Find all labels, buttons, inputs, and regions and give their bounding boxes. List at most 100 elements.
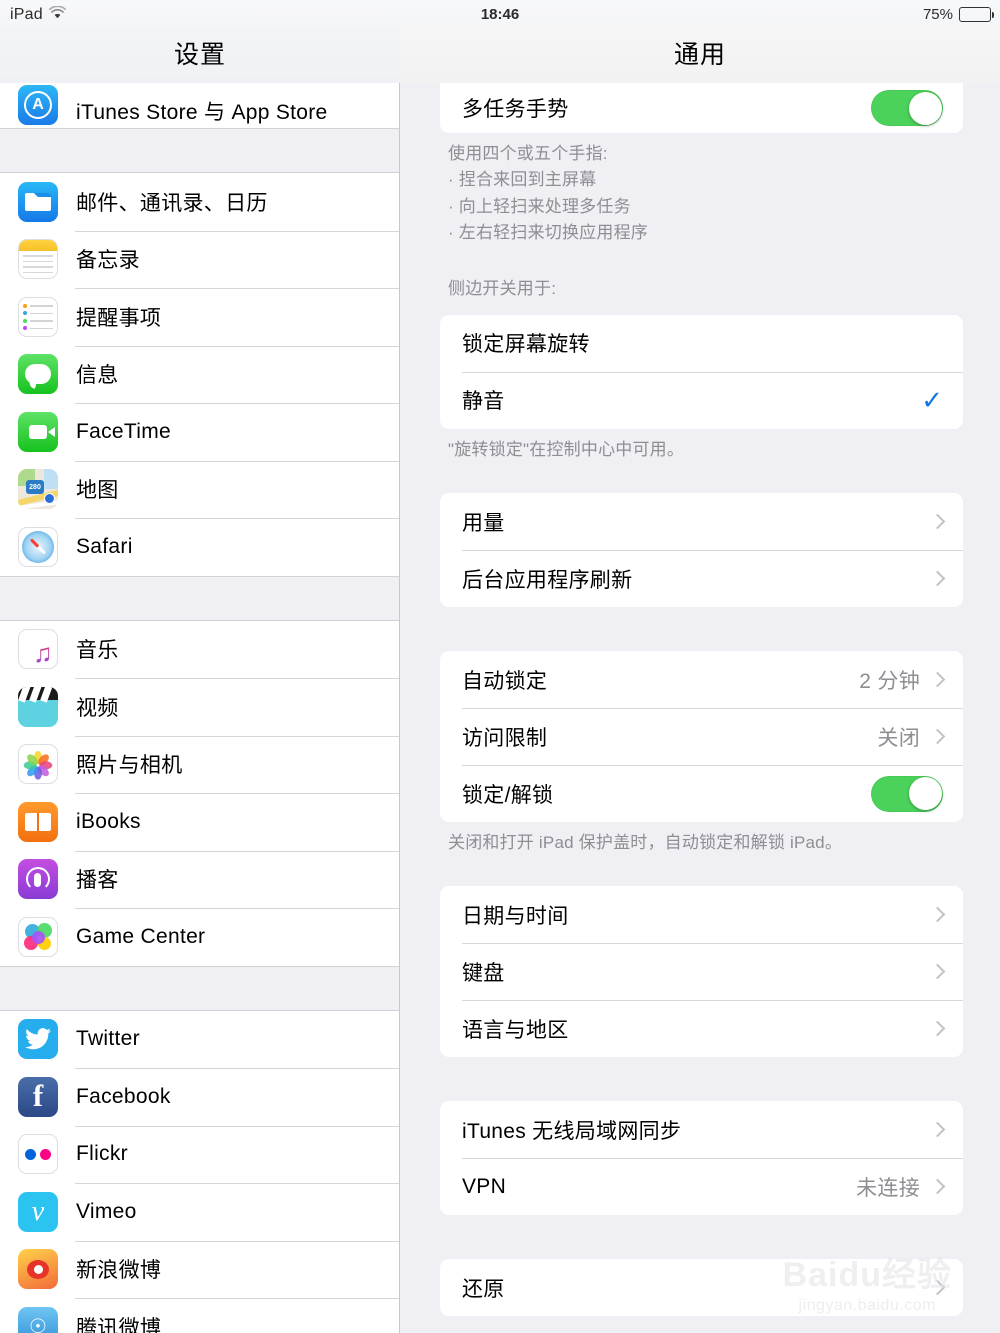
sidebar-item-mail-contacts-calendars[interactable]: 邮件、通讯录、日历 (0, 173, 399, 231)
sidebar-item-label: 腾讯微博 (76, 1316, 162, 1333)
itunes-wifi-sync-row[interactable]: iTunes 无线局域网同步 (440, 1101, 963, 1158)
mail-icon (18, 181, 58, 222)
sidebar-item-label: 信息 (76, 364, 119, 388)
safari-icon (18, 526, 58, 567)
multitasking-gestures-label: 多任务手势 (462, 98, 569, 121)
music-icon: ♫ (18, 629, 58, 670)
row-value: 关闭 (877, 726, 920, 750)
sidebar-item-label: 地图 (76, 479, 119, 503)
sidebar-item-maps[interactable]: 280 地图 (0, 460, 399, 518)
checkmark-icon: ✓ (921, 385, 943, 416)
sidebar-item-facetime[interactable]: FaceTime (0, 403, 399, 461)
sidebar-item-vimeo[interactable]: v Vimeo (0, 1183, 399, 1241)
sidebar-item-label: 播客 (76, 869, 119, 893)
sidebar-item-game-center[interactable]: Game Center (0, 908, 399, 966)
sidebar-item-itunes-app-store[interactable]: A iTunes Store 与 App Store (0, 83, 399, 128)
status-bar: iPad 18:46 75% (0, 0, 1000, 29)
lock-note: 关闭和打开 iPad 保护盖时，自动锁定和解锁 iPad。 (448, 833, 843, 853)
sidebar-item-label: Vimeo (76, 1199, 137, 1223)
chevron-right-icon (929, 728, 946, 745)
facebook-icon: f (18, 1076, 58, 1117)
vimeo-icon: v (18, 1191, 58, 1232)
sidebar-item-photos-camera[interactable]: 照片与相机 (0, 735, 399, 793)
row-label: 还原 (462, 1277, 505, 1301)
usage-row[interactable]: 用量 (440, 493, 963, 550)
settings-sidebar[interactable]: A iTunes Store 与 App Store 邮件、通讯录、日历 备忘录 (0, 83, 400, 1333)
sidebar-item-sina-weibo[interactable]: 新浪微博 (0, 1240, 399, 1298)
general-settings-pane[interactable]: 多任务手势 使用四个或五个手指: · 捏合来回到主屏幕 · 向上轻扫来处理多任务… (401, 83, 1000, 1333)
language-region-row[interactable]: 语言与地区 (440, 1000, 963, 1057)
sidebar-group-divider (0, 575, 399, 621)
sidebar-group-media: ♫ 音乐 视频 照片与相机 iBooks 播客 Game Center (0, 620, 399, 966)
chevron-right-icon (929, 570, 946, 587)
row-label: 后台应用程序刷新 (462, 568, 633, 592)
row-value: 未连接 (856, 1176, 920, 1200)
detail-title: 通用 (673, 41, 726, 69)
side-switch-option-lock-rotation[interactable]: 锁定屏幕旋转 (440, 315, 963, 372)
sidebar-item-facebook[interactable]: f Facebook (0, 1068, 399, 1126)
chevron-right-icon (929, 907, 946, 923)
sidebar-item-notes[interactable]: 备忘录 (0, 230, 399, 288)
lock-unlock-toggle[interactable] (871, 775, 943, 812)
messages-icon (18, 354, 58, 395)
sidebar-item-messages[interactable]: 信息 (0, 345, 399, 403)
row-label: 语言与地区 (462, 1018, 569, 1042)
row-label: 自动锁定 (462, 669, 548, 693)
vpn-row[interactable]: VPN 未连接 (440, 1158, 963, 1215)
sidebar-item-twitter[interactable]: Twitter (0, 1010, 399, 1068)
sidebar-item-label: iTunes Store 与 App Store (76, 101, 328, 124)
auto-lock-row[interactable]: 自动锁定 2 分钟 (440, 651, 963, 708)
sidebar-group-apps: 邮件、通讯录、日历 备忘录 提醒事项 信息 FaceTime 280 地图 Sa… (0, 173, 399, 576)
reset-row[interactable]: 还原 (440, 1259, 963, 1316)
app-store-icon: A (18, 85, 58, 125)
chevron-right-icon (929, 964, 946, 980)
sidebar-item-podcasts[interactable]: 播客 (0, 850, 399, 908)
date-time-row[interactable]: 日期与时间 (440, 886, 963, 943)
game-center-icon (18, 916, 58, 957)
multitasking-note: 使用四个或五个手指: · 捏合来回到主屏幕 · 向上轻扫来处理多任务 · 左右轻… (448, 141, 963, 246)
row-label: 用量 (462, 511, 505, 535)
sidebar-item-flickr[interactable]: Flickr (0, 1125, 399, 1183)
sidebar-item-label: 新浪微博 (76, 1259, 162, 1283)
notes-icon (18, 239, 58, 280)
side-switch-heading: 侧边开关用于: (448, 279, 557, 299)
option-label: 锁定屏幕旋转 (462, 333, 590, 357)
battery-percent-label: 75% (922, 6, 953, 23)
chevron-right-icon (929, 1021, 946, 1037)
lock-card: 自动锁定 2 分钟 访问限制 关闭 锁定/解锁 (440, 651, 963, 823)
sidebar-item-label: Flickr (76, 1142, 128, 1166)
row-label: 日期与时间 (462, 904, 569, 928)
row-label: iTunes 无线局域网同步 (462, 1119, 682, 1143)
sidebar-item-tencent-weibo[interactable]: ☉ 腾讯微博 (0, 1298, 399, 1333)
row-label: 访问限制 (462, 726, 548, 750)
facetime-icon (18, 411, 58, 452)
sidebar-item-reminders[interactable]: 提醒事项 (0, 288, 399, 346)
multitasking-gestures-row[interactable]: 多任务手势 (440, 83, 963, 133)
podcasts-icon (18, 859, 58, 900)
background-app-refresh-row[interactable]: 后台应用程序刷新 (440, 550, 963, 607)
sidebar-item-safari[interactable]: Safari (0, 518, 399, 576)
sidebar-item-label: 视频 (76, 696, 119, 720)
tencent-weibo-icon: ☉ (18, 1306, 58, 1333)
sidebar-title: 设置 (173, 41, 226, 69)
multitasking-gestures-toggle[interactable] (871, 90, 943, 126)
photos-icon (18, 744, 58, 785)
sidebar-item-label: Safari (76, 534, 133, 558)
restrictions-row[interactable]: 访问限制 关闭 (440, 708, 963, 765)
status-bar-right: 75% (922, 6, 994, 23)
sidebar-item-music[interactable]: ♫ 音乐 (0, 620, 399, 678)
side-switch-card: 锁定屏幕旋转 静音 ✓ (440, 314, 963, 429)
side-switch-option-mute[interactable]: 静音 ✓ (440, 371, 963, 429)
sidebar-item-label: 提醒事项 (76, 306, 162, 330)
sidebar-item-label: 音乐 (76, 639, 119, 663)
ipad-settings-screen: iPad 18:46 75% 设置 通用 A iTunes Store 与 Ap… (0, 0, 1000, 1333)
sidebar-item-videos[interactable]: 视频 (0, 678, 399, 736)
keyboard-row[interactable]: 键盘 (440, 943, 963, 1000)
twitter-icon (18, 1019, 58, 1060)
multitasking-note-bullet: · 左右轻扫来切换应用程序 (448, 223, 648, 243)
sidebar-item-label: Twitter (76, 1027, 140, 1051)
option-label: 静音 (462, 390, 505, 414)
lock-unlock-row[interactable]: 锁定/解锁 (440, 765, 963, 822)
sidebar-item-label: iBooks (76, 809, 141, 833)
sidebar-item-ibooks[interactable]: iBooks (0, 793, 399, 851)
